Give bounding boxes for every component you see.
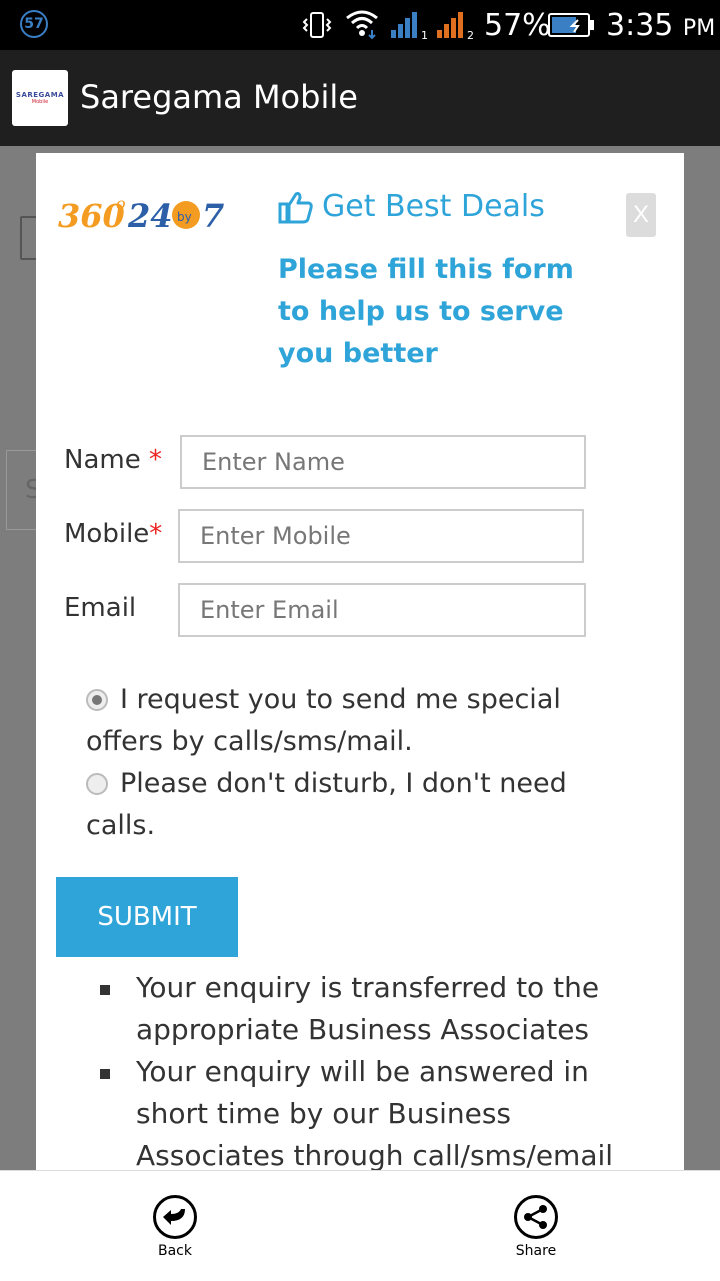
name-label: Name * — [64, 445, 162, 475]
app-logo[interactable]: SAREGAMA Mobile — [12, 70, 68, 126]
clock-suffix: PM — [682, 16, 716, 41]
share-button[interactable]: Share — [496, 1195, 576, 1259]
app-logo-sub: Mobile — [31, 99, 49, 105]
thumbs-up-icon — [278, 191, 313, 223]
svg-text:by: by — [177, 210, 192, 224]
enquiry-modal: 360 o 24 by 7 Get Best Deals X Please fi… — [36, 153, 684, 1172]
radio-offers-label: I request you to send me special offers … — [86, 684, 561, 757]
app-logo-text: SAREGAMA — [15, 91, 65, 99]
svg-text:2: 2 — [467, 29, 474, 40]
form-subtitle: Please fill this form to help us to serv… — [278, 254, 574, 369]
radio-dnd[interactable] — [86, 773, 108, 795]
name-label-text: Name — [64, 445, 141, 475]
info-list-item: Your enquiry is transferred to the appro… — [100, 967, 660, 1051]
radio-dnd-label: Please don't disturb, I don't need calls… — [86, 768, 567, 841]
radio-offers-selected[interactable] — [86, 689, 108, 711]
notification-badge: 57 — [20, 10, 48, 38]
submit-button[interactable]: SUBMIT — [56, 877, 238, 957]
info-list-item: Your enquiry will be answered in short t… — [100, 1051, 660, 1177]
share-label: Share — [515, 1243, 557, 1259]
back-label: Back — [158, 1243, 192, 1259]
clock: 3:35 PM — [606, 8, 715, 43]
svg-text:24: 24 — [127, 197, 173, 235]
back-icon — [153, 1195, 197, 1239]
close-button[interactable]: X — [626, 193, 656, 237]
signal-sim2-icon: 2 — [437, 12, 474, 40]
back-button[interactable]: Back — [135, 1195, 215, 1259]
radio-option-offers[interactable]: I request you to send me special offers … — [86, 679, 616, 763]
signal-sim1-icon: 1 — [391, 12, 428, 40]
bottom-bar: Back Share — [0, 1170, 720, 1281]
radio-option-dnd[interactable]: Please don't disturb, I don't need calls… — [86, 763, 616, 847]
deals-heading: Get Best Deals — [278, 189, 545, 224]
share-icon — [514, 1195, 558, 1239]
mobile-input[interactable] — [178, 509, 584, 563]
clock-time: 3:35 — [606, 8, 674, 43]
battery-percent: 57% — [484, 8, 551, 43]
email-input[interactable] — [178, 583, 586, 637]
name-input[interactable] — [180, 435, 586, 489]
mobile-label: Mobile* — [64, 519, 162, 549]
required-mark: * — [149, 519, 163, 549]
svg-text:o: o — [116, 194, 126, 213]
email-label: Email — [64, 593, 137, 623]
required-mark: * — [148, 445, 162, 475]
battery-charging-icon — [548, 13, 594, 37]
svg-text:1: 1 — [421, 29, 428, 40]
brand-logo: 360 o 24 by 7 — [58, 194, 224, 235]
svg-text:360: 360 — [58, 197, 125, 235]
info-list: Your enquiry is transferred to the appro… — [100, 967, 660, 1177]
mobile-label-text: Mobile — [64, 519, 150, 549]
app-title: Saregama Mobile — [80, 78, 358, 116]
svg-text:7: 7 — [202, 197, 224, 235]
app-bar: SAREGAMA Mobile Saregama Mobile — [0, 50, 720, 146]
wifi-icon — [346, 10, 378, 40]
background-field: S — [6, 450, 42, 530]
status-bar: 57 1 2 57% 3:35 PM — [0, 0, 720, 50]
deals-title: Get Best Deals — [322, 189, 545, 224]
vibrate-icon — [302, 12, 332, 38]
